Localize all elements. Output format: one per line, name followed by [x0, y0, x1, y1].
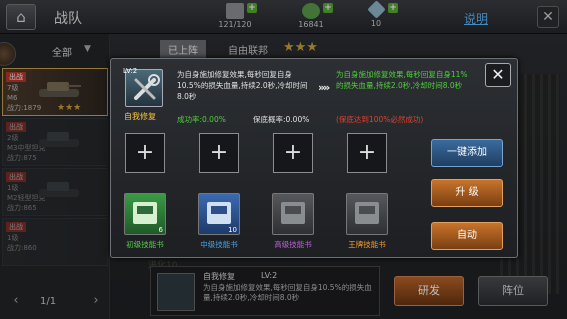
- material-slot[interactable]: +: [273, 133, 313, 173]
- guarantee-rate: 保底概率:0.00%: [253, 115, 310, 124]
- skill-book-intermediate[interactable]: 10: [198, 193, 240, 235]
- material-slot[interactable]: +: [125, 133, 165, 173]
- book-label: 高级技能书: [274, 240, 312, 249]
- skill-book-ace[interactable]: [346, 193, 388, 235]
- wrench-icon: [134, 74, 160, 100]
- skill-upgrade-dialog: ✕ LV:2 自我修复 为自身施加修复效果,每秒回复自身10.5%的损失血量,持…: [110, 58, 518, 258]
- skill-name: 自我修复: [124, 112, 156, 121]
- arrow-right-icon: »»: [318, 81, 330, 94]
- book-icon: [281, 202, 305, 224]
- close-icon[interactable]: ✕: [485, 63, 511, 87]
- skill-book-advanced[interactable]: [272, 193, 314, 235]
- guarantee-note: (保底达到100%必然成功): [336, 115, 424, 124]
- book-label: 王牌技能书: [348, 240, 386, 249]
- book-icon: [355, 202, 379, 224]
- current-effect-text: 为自身施加修复效果,每秒回复自身10.5%的损失血量,持续2.0秒,冷却时间8.…: [177, 70, 308, 101]
- item-count: 10: [228, 226, 237, 234]
- upgrade-button[interactable]: 升 级: [431, 179, 503, 207]
- item-count: 6: [158, 226, 163, 234]
- book-label: 中级技能书: [200, 240, 238, 249]
- success-rate: 成功率:0.00%: [177, 115, 226, 124]
- material-slot[interactable]: +: [199, 133, 239, 173]
- book-label: 初级技能书: [126, 240, 164, 249]
- next-effect-text: 为自身施加修复效果,每秒回复自身11%的损失血量,持续2.0秒,冷却时间8.0秒: [336, 70, 468, 90]
- auto-add-button[interactable]: 一键添加: [431, 139, 503, 167]
- skill-book-basic[interactable]: 6: [124, 193, 166, 235]
- skill-level: LV:2: [123, 67, 138, 75]
- auto-button[interactable]: 自动: [431, 222, 503, 250]
- material-slot[interactable]: +: [347, 133, 387, 173]
